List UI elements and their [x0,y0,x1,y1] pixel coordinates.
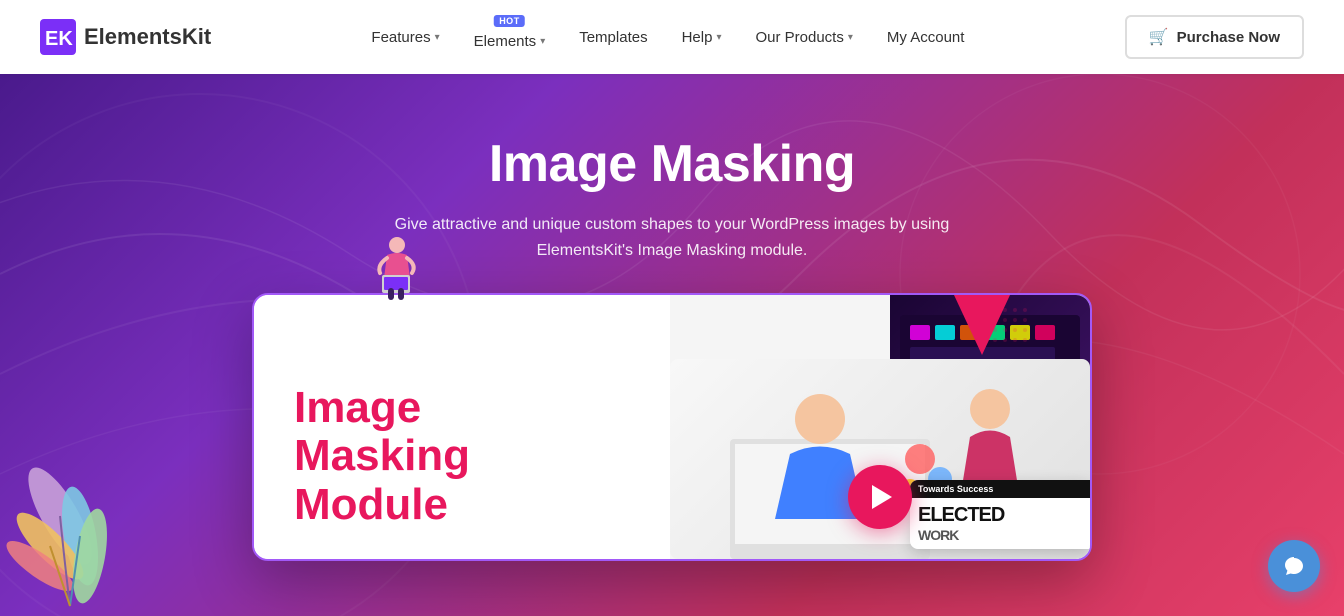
nav-label-elements: Elements [474,33,537,50]
work-text: WORK [918,527,1082,543]
chevron-down-icon: ▾ [540,36,545,47]
success-card-body: ELECTED WORK [910,498,1090,549]
nav-label-features: Features [371,29,430,46]
svg-text:EK: EK [45,28,73,50]
hero-section: Image Masking Give attractive and unique… [0,74,1344,616]
purchase-now-button[interactable]: 🛒 Purchase Now [1125,15,1304,59]
chevron-down-icon: ▾ [435,32,440,43]
chevron-down-icon: ▾ [716,32,721,43]
ribbon-decoration [954,295,1010,355]
decorative-leaves [0,316,200,616]
card-title: Image Masking Module [294,384,630,529]
logo[interactable]: EK ElementsKit [40,19,211,55]
success-card-header: Towards Success [910,480,1090,498]
navbar: EK ElementsKit Features ▾ HOT Elements ▾… [0,0,1344,74]
nav-item-elements[interactable]: HOT Elements ▾ [460,17,560,58]
hero-title: Image Masking [392,134,952,194]
nav-menu: Features ▾ HOT Elements ▾ Templates Help… [211,17,1125,58]
success-card: Towards Success ELECTED WORK [910,480,1090,549]
nav-label-account: My Account [887,29,965,46]
hero-subtitle: Give attractive and unique custom shapes… [392,212,952,263]
hero-preview-card: Image Masking Module [252,293,1092,561]
nav-label-products: Our Products [755,29,843,46]
nav-label-help: Help [682,29,713,46]
play-button[interactable] [848,465,912,529]
chevron-down-icon: ▾ [848,32,853,43]
nav-item-account[interactable]: My Account [873,21,979,54]
logo-text: ElementsKit [84,24,211,50]
elected-text: ELECTED [918,504,1082,527]
hot-badge: HOT [494,15,525,27]
hero-text: Image Masking Give attractive and unique… [392,74,952,283]
cart-icon: 🛒 [1149,27,1169,47]
purchase-label: Purchase Now [1177,29,1280,46]
nav-item-help[interactable]: Help ▾ [668,21,736,54]
nav-item-templates[interactable]: Templates [565,21,661,54]
hero-card-wrapper: Image Masking Module [252,293,1092,561]
logo-icon: EK [40,19,76,55]
nav-label-templates: Templates [579,29,647,46]
card-left-content: Image Masking Module [254,295,670,559]
chat-button[interactable] [1268,540,1320,592]
person-illustration [372,233,422,303]
nav-item-products[interactable]: Our Products ▾ [741,21,866,54]
nav-item-features[interactable]: Features ▾ [357,21,453,54]
card-right-content: Towards Success ELECTED WORK [670,295,1090,559]
